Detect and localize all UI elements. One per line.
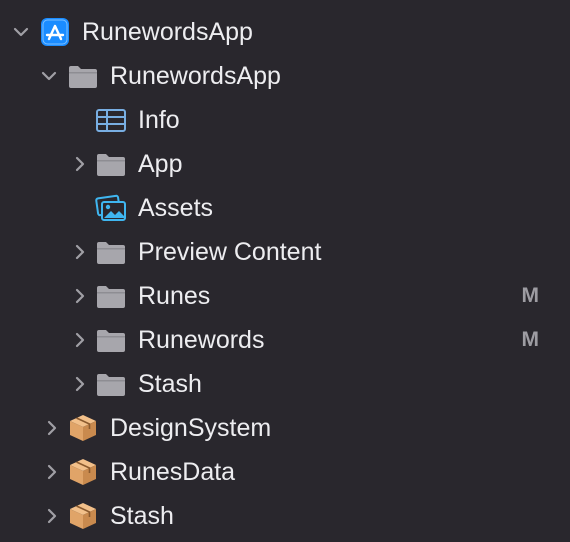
folder-icon: [97, 374, 125, 396]
tree-row-label: RunewordsApp: [82, 18, 253, 46]
tree-row-label: Preview Content: [138, 238, 322, 266]
tree-row-label: Assets: [138, 194, 214, 222]
tree-row-runes[interactable]: Runes M: [0, 274, 570, 318]
tree-row-info[interactable]: Info: [0, 98, 570, 142]
tree-row-label: RunesData: [110, 458, 236, 486]
tree-row-runewordsapp-folder[interactable]: RunewordsApp: [0, 54, 570, 98]
chevron-right-icon[interactable]: [72, 332, 88, 348]
chevron-right-icon[interactable]: [72, 288, 88, 304]
folder-icon: [97, 286, 125, 308]
tree-row-preview-content[interactable]: Preview Content: [0, 230, 570, 274]
tree-row-app[interactable]: App: [0, 142, 570, 186]
tree-row-label: Runes: [138, 282, 211, 310]
asset-catalog-icon: [95, 194, 126, 221]
chevron-down-icon[interactable]: [13, 24, 29, 40]
tree-row-label: App: [138, 150, 183, 178]
modified-status-badge: M: [521, 284, 540, 307]
folder-icon: [97, 242, 125, 264]
chevron-right-icon[interactable]: [72, 244, 88, 260]
folder-icon: [69, 66, 97, 88]
tree-row-label: RunewordsApp: [110, 62, 281, 90]
tree-row-runewordsapp-project[interactable]: RunewordsApp: [0, 10, 570, 54]
swift-package-icon: [70, 503, 96, 529]
tree-row-label: Stash: [110, 502, 174, 530]
tree-row-label: Stash: [138, 370, 202, 398]
tree-row-label: DesignSystem: [110, 414, 272, 442]
folder-icon: [97, 154, 125, 176]
plist-table-icon: [96, 109, 126, 132]
folder-icon: [97, 330, 125, 352]
chevron-down-icon[interactable]: [41, 68, 57, 84]
tree-row-assets[interactable]: Assets: [0, 186, 570, 230]
project-navigator: RunewordsApp RunewordsApp Info App Asset…: [0, 0, 570, 542]
tree-row-runewords[interactable]: Runewords M: [0, 318, 570, 362]
modified-status-badge: M: [521, 328, 540, 351]
chevron-right-icon[interactable]: [72, 376, 88, 392]
tree-row-stash-folder[interactable]: Stash: [0, 362, 570, 406]
chevron-right-icon[interactable]: [72, 156, 88, 172]
swift-package-icon: [70, 415, 96, 441]
chevron-right-icon[interactable]: [44, 508, 60, 524]
tree-row-label: Info: [138, 106, 180, 134]
tree-row-stash-package[interactable]: Stash: [0, 494, 570, 538]
swift-package-icon: [70, 459, 96, 485]
chevron-right-icon[interactable]: [44, 464, 60, 480]
tree-row-label: Runewords: [138, 326, 265, 354]
tree-row-runesdata-package[interactable]: RunesData: [0, 450, 570, 494]
chevron-right-icon[interactable]: [44, 420, 60, 436]
xcode-project-icon: [41, 18, 69, 46]
tree-row-designsystem-package[interactable]: DesignSystem: [0, 406, 570, 450]
